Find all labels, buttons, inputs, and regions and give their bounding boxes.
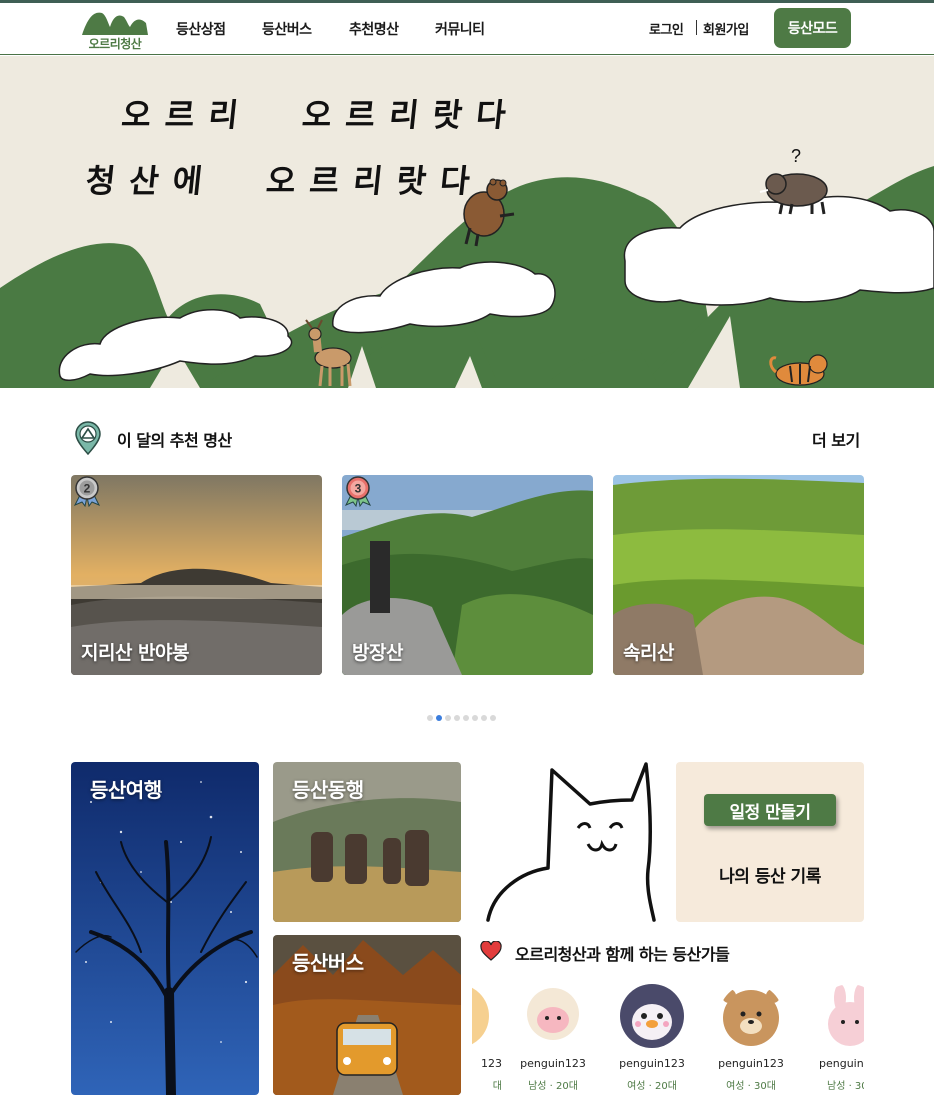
- mountain-pin-icon: [75, 421, 101, 455]
- login-link[interactable]: 로그인: [649, 19, 684, 38]
- hiker-meta: 대: [492, 1081, 502, 1092]
- site-header: 오르리청산 등산상점 등산버스 추천명산 커뮤니티 로그인 회원가입 등산모드: [0, 3, 934, 55]
- hiker-meta: 여성 · 30대: [726, 1081, 776, 1092]
- svg-text:?: ?: [791, 146, 801, 166]
- logo-text: 오르리청산: [88, 37, 142, 51]
- hiker-name: penguin123: [819, 1057, 864, 1070]
- hiker-meta: 여성 · 20대: [627, 1081, 677, 1092]
- hiking-bus-tile[interactable]: 등산버스: [273, 935, 461, 1095]
- hero-banner: ? 오르리 오르리랏다 청산에 오르리랏다: [0, 56, 934, 388]
- card-title: 방장산: [352, 642, 403, 664]
- hiker-name: 123: [481, 1057, 502, 1070]
- schedule-panel: 일정 만들기 나의 등산 기록: [676, 762, 864, 922]
- carousel-dot-active[interactable]: [436, 715, 442, 721]
- hiking-travel-tile[interactable]: 등산여행: [71, 762, 259, 1095]
- signup-link[interactable]: 회원가입: [703, 19, 749, 38]
- sheep-avatar-icon: [521, 984, 585, 1048]
- hiker-name: penguin123: [520, 1057, 586, 1070]
- penguin-avatar-icon: [620, 984, 684, 1048]
- nav-hiking-shop[interactable]: 등산상점: [176, 19, 226, 39]
- mountain-card[interactable]: 속리산: [613, 475, 864, 675]
- hikers-carousel: 123 대 penguin123 남성 · 20대 penguin123 여성 …: [472, 980, 864, 1098]
- hiker-card[interactable]: penguin123 여성 · 20대: [607, 980, 697, 1098]
- section-title: 이 달의 추천 명산: [117, 431, 232, 450]
- mountain-card[interactable]: 2 지리산 반야봉: [71, 475, 322, 675]
- more-link[interactable]: 더 보기: [812, 427, 860, 451]
- carousel-dot[interactable]: [454, 715, 460, 721]
- mountain-card[interactable]: 3 방장산: [342, 475, 593, 675]
- nav-hiking-bus[interactable]: 등산버스: [262, 19, 312, 39]
- hiker-name: penguin123: [718, 1057, 784, 1070]
- carousel-dot[interactable]: [445, 715, 451, 721]
- card-title: 지리산 반야봉: [81, 642, 190, 664]
- auth-divider: [696, 20, 697, 35]
- tile-title: 등산버스: [292, 951, 364, 975]
- nav-recommended-mountains[interactable]: 추천명산: [349, 19, 399, 39]
- hiker-meta: 남성 · 30대: [827, 1081, 864, 1092]
- hikers-title: 오르리청산과 함께 하는 등산가들: [515, 945, 730, 964]
- starry-tree-image: [71, 762, 259, 1095]
- heart-icon: [480, 941, 502, 961]
- carousel-dot[interactable]: [463, 715, 469, 721]
- avatar: [472, 984, 489, 1048]
- rabbit-avatar-icon: [818, 984, 864, 1048]
- tile-title: 등산여행: [90, 778, 162, 802]
- carousel-dot[interactable]: [472, 715, 478, 721]
- logo[interactable]: 오르리청산: [80, 9, 150, 51]
- hiking-mode-button[interactable]: 등산모드: [774, 8, 851, 48]
- hiking-companion-tile[interactable]: 등산동행: [273, 762, 461, 922]
- my-hiking-record-link[interactable]: 나의 등산 기록: [676, 862, 864, 887]
- svg-text:2: 2: [84, 482, 91, 496]
- hero-line-2: 청산에 오르리랏다: [83, 162, 486, 200]
- hero-line-1: 오르리 오르리랏다: [119, 96, 522, 134]
- silver-medal-icon: 2: [73, 476, 101, 507]
- create-schedule-button[interactable]: 일정 만들기: [704, 794, 836, 826]
- bronze-medal-icon: 3: [344, 476, 372, 507]
- hiker-meta: 남성 · 20대: [528, 1081, 578, 1092]
- carousel-dot[interactable]: [490, 715, 496, 721]
- bear-avatar-icon: [719, 984, 783, 1048]
- cat-illustration: [486, 762, 656, 922]
- hiker-card[interactable]: 123 대: [472, 980, 502, 1098]
- carousel-dot[interactable]: [427, 715, 433, 721]
- hiker-card[interactable]: penguin123 남성 · 30대: [805, 980, 864, 1098]
- carousel-dot[interactable]: [481, 715, 487, 721]
- hiker-card[interactable]: penguin123 여성 · 30대: [706, 980, 796, 1098]
- svg-text:3: 3: [355, 482, 362, 496]
- hiker-card[interactable]: penguin123 남성 · 20대: [508, 980, 598, 1098]
- tile-title: 등산동행: [292, 778, 364, 802]
- mountain-logo-icon: [82, 12, 148, 35]
- hiker-name: penguin123: [619, 1057, 685, 1070]
- nav-community[interactable]: 커뮤니티: [435, 19, 485, 39]
- card-title: 속리산: [623, 642, 674, 664]
- carousel-pagination: [427, 715, 496, 721]
